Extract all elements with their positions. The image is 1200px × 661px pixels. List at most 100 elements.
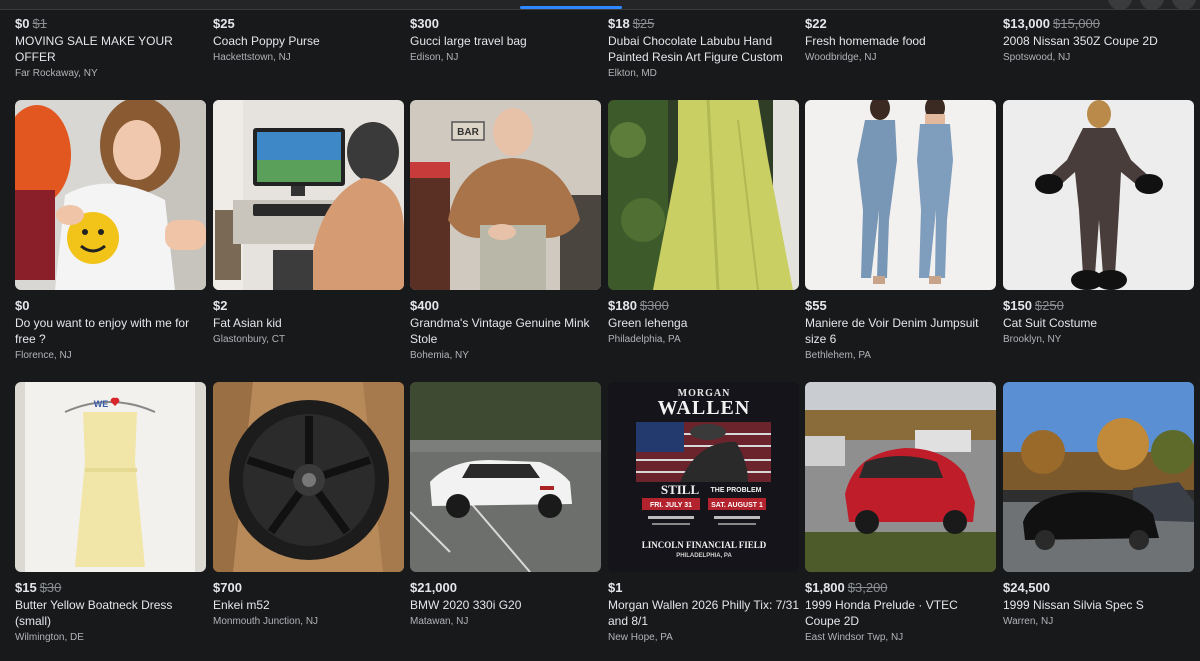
- listing-price: $21,000: [410, 580, 457, 595]
- listing-price: $15 $30: [15, 580, 62, 595]
- listing-title: Dubai Chocolate Labubu Hand Painted Resi…: [608, 34, 783, 64]
- listing-card[interactable]: $25 Coach Poppy Purse Hackettstown, NJ: [213, 15, 404, 65]
- listing-price: $1: [608, 580, 623, 595]
- listing-location: Wilmington, DE: [15, 632, 84, 643]
- listing-card[interactable]: $18 $25 Dubai Chocolate Labubu Hand Paint…: [608, 15, 799, 81]
- listing-title: Gucci large travel bag: [410, 34, 527, 48]
- listing-title: Green lehenga: [608, 316, 688, 330]
- bmw-image: [410, 382, 601, 572]
- listing-location: Monmouth Junction, NJ: [213, 616, 319, 627]
- listing-title: BMW 2020 330i G20: [410, 598, 522, 612]
- poster-venue: LINCOLN FINANCIAL FIELD: [642, 540, 767, 550]
- listing-card[interactable]: MORGAN WALLEN STILL THE PROBLEM FRI. JUL…: [608, 382, 799, 645]
- listing-card[interactable]: $0 Do you want to enjoy with me for free…: [15, 100, 206, 363]
- listing-card[interactable]: $2 Fat Asian kid Glastonbury, CT: [213, 100, 404, 347]
- listing-price: $150 $250: [1003, 298, 1064, 313]
- listing-photo-mink-stole[interactable]: BAR: [410, 100, 601, 290]
- listing-photo-selfie[interactable]: [15, 100, 206, 290]
- listing-photo-bmw[interactable]: [410, 382, 601, 572]
- listing-title: 1999 Honda Prelude · VTEC Coupe 2D: [805, 598, 958, 628]
- listing-location: Glastonbury, CT: [213, 334, 286, 345]
- listing-title: Do you want to enjoy with me for free ?: [15, 316, 190, 346]
- listing-photo-cat-suit[interactable]: [1003, 100, 1194, 290]
- listing-card[interactable]: $1,800 $3,200 1999 Honda Prelude · VTEC C…: [805, 382, 996, 645]
- listing-card[interactable]: $150 $250 Cat Suit Costume Brooklyn, NY: [1003, 100, 1194, 347]
- listing-photo-honda[interactable]: [805, 382, 996, 572]
- listing-card[interactable]: $13,000 $15,000 2008 Nissan 350Z Coupe 2D…: [1003, 15, 1194, 65]
- listing-location: New Hope, PA: [608, 632, 673, 643]
- listing-title: 2008 Nissan 350Z Coupe 2D: [1003, 34, 1158, 48]
- yellow-dress-image: WE: [15, 382, 206, 572]
- listing-title: Coach Poppy Purse: [213, 34, 320, 48]
- listing-card[interactable]: BAR $400 Grandma's Vintage Genuine Mink …: [410, 100, 601, 363]
- listing-card[interactable]: $700 Enkei m52 Monmouth Junction, NJ: [213, 382, 404, 629]
- poster-artist-last: WALLEN: [658, 397, 751, 419]
- listing-location: Matawan, NJ: [410, 616, 469, 627]
- listing-price: $25: [213, 16, 235, 31]
- poster-tour-b: THE PROBLEM: [711, 487, 762, 494]
- listing-photo-yellow-dress[interactable]: WE: [15, 382, 206, 572]
- listing-photo-concert-poster[interactable]: MORGAN WALLEN STILL THE PROBLEM FRI. JUL…: [608, 382, 799, 572]
- listing-price: $2: [213, 298, 228, 313]
- listing-title: Butter Yellow Boatneck Dress (small): [15, 598, 173, 628]
- listing-location: Edison, NJ: [410, 52, 459, 63]
- listing-price: $22: [805, 16, 827, 31]
- original-price: $30: [39, 580, 62, 595]
- listing-title: Maniere de Voir Denim Jumpsuit size 6: [805, 316, 979, 346]
- listing-price: $24,500: [1003, 580, 1050, 595]
- listing-price: $0: [15, 298, 30, 313]
- listing-card[interactable]: $300 Gucci large travel bag Edison, NJ: [410, 15, 601, 65]
- listing-card[interactable]: $55 Maniere de Voir Denim Jumpsuit size …: [805, 100, 996, 363]
- listing-price: $13,000 $15,000: [1003, 16, 1100, 31]
- listing-card[interactable]: $0 $1 MOVING SALE MAKE YOUR OFFER Far Roc…: [15, 15, 206, 81]
- listing-price: $0 $1: [15, 16, 47, 31]
- top-nav-bar: [0, 0, 1200, 10]
- poster-city: PHILADELPHIA, PA: [676, 553, 732, 559]
- listing-location: Woodbridge, NJ: [805, 52, 877, 63]
- listing-title: Fat Asian kid: [213, 316, 282, 330]
- poster-date-1: FRI. JULY 31: [650, 502, 692, 509]
- listing-location: Bethlehem, PA: [805, 350, 871, 361]
- listing-card[interactable]: WE $15 $30 Butter Yellow Boatneck Dress (…: [15, 382, 206, 645]
- listing-title: Enkei m52: [213, 598, 270, 612]
- listing-price: $700: [213, 580, 242, 595]
- original-price: $3,200: [847, 580, 888, 595]
- listing-card[interactable]: $21,000 BMW 2020 330i G20 Matawan, NJ: [410, 382, 601, 629]
- original-price: $1: [32, 16, 47, 31]
- listing-price: $400: [410, 298, 439, 313]
- listing-photo-gaming-desk[interactable]: [213, 100, 404, 290]
- listing-card[interactable]: $22 Fresh homemade food Woodbridge, NJ: [805, 15, 996, 65]
- listing-title: MOVING SALE MAKE YOUR OFFER: [15, 34, 173, 64]
- listing-price: $300: [410, 16, 439, 31]
- messenger-icon[interactable]: [1108, 0, 1132, 10]
- selfie-photo-image: [15, 100, 206, 290]
- green-dress-image: [608, 100, 799, 290]
- notifications-icon[interactable]: [1140, 0, 1164, 10]
- listing-price: $180 $300: [608, 298, 669, 313]
- gaming-desk-image: [213, 100, 404, 290]
- listing-location: Brooklyn, NY: [1003, 334, 1062, 345]
- listing-title: Fresh homemade food: [805, 34, 926, 48]
- listing-location: Hackettstown, NJ: [213, 52, 291, 63]
- listing-location: East Windsor Twp, NJ: [805, 632, 904, 643]
- listing-photo-denim-jumpsuit[interactable]: [805, 100, 996, 290]
- listing-price: $1,800 $3,200: [805, 580, 888, 595]
- cat-suit-image: [1003, 100, 1194, 290]
- listing-photo-wheel[interactable]: [213, 382, 404, 572]
- listing-title: Morgan Wallen 2026 Philly Tix: 7/31 and …: [608, 598, 799, 628]
- listing-photo-green-dress[interactable]: [608, 100, 799, 290]
- hanger-label: WE: [94, 399, 109, 409]
- active-tab-indicator: [520, 6, 622, 9]
- listing-title: 1999 Nissan Silvia Spec S: [1003, 598, 1144, 612]
- silvia-image: [1003, 382, 1194, 572]
- wheel-image: [213, 382, 404, 572]
- avatar[interactable]: [1172, 0, 1196, 10]
- original-price: $300: [639, 298, 669, 313]
- listing-photo-silvia[interactable]: [1003, 382, 1194, 572]
- listing-card[interactable]: $180 $300 Green lehenga Philadelphia, PA: [608, 100, 799, 347]
- listing-card[interactable]: $24,500 1999 Nissan Silvia Spec S Warren…: [1003, 382, 1194, 629]
- poster-date-2: SAT. AUGUST 1: [711, 502, 763, 509]
- listing-price: $18 $25: [608, 16, 655, 31]
- bar-sign-text: BAR: [457, 127, 479, 138]
- listing-title: Grandma's Vintage Genuine Mink Stole: [410, 316, 590, 346]
